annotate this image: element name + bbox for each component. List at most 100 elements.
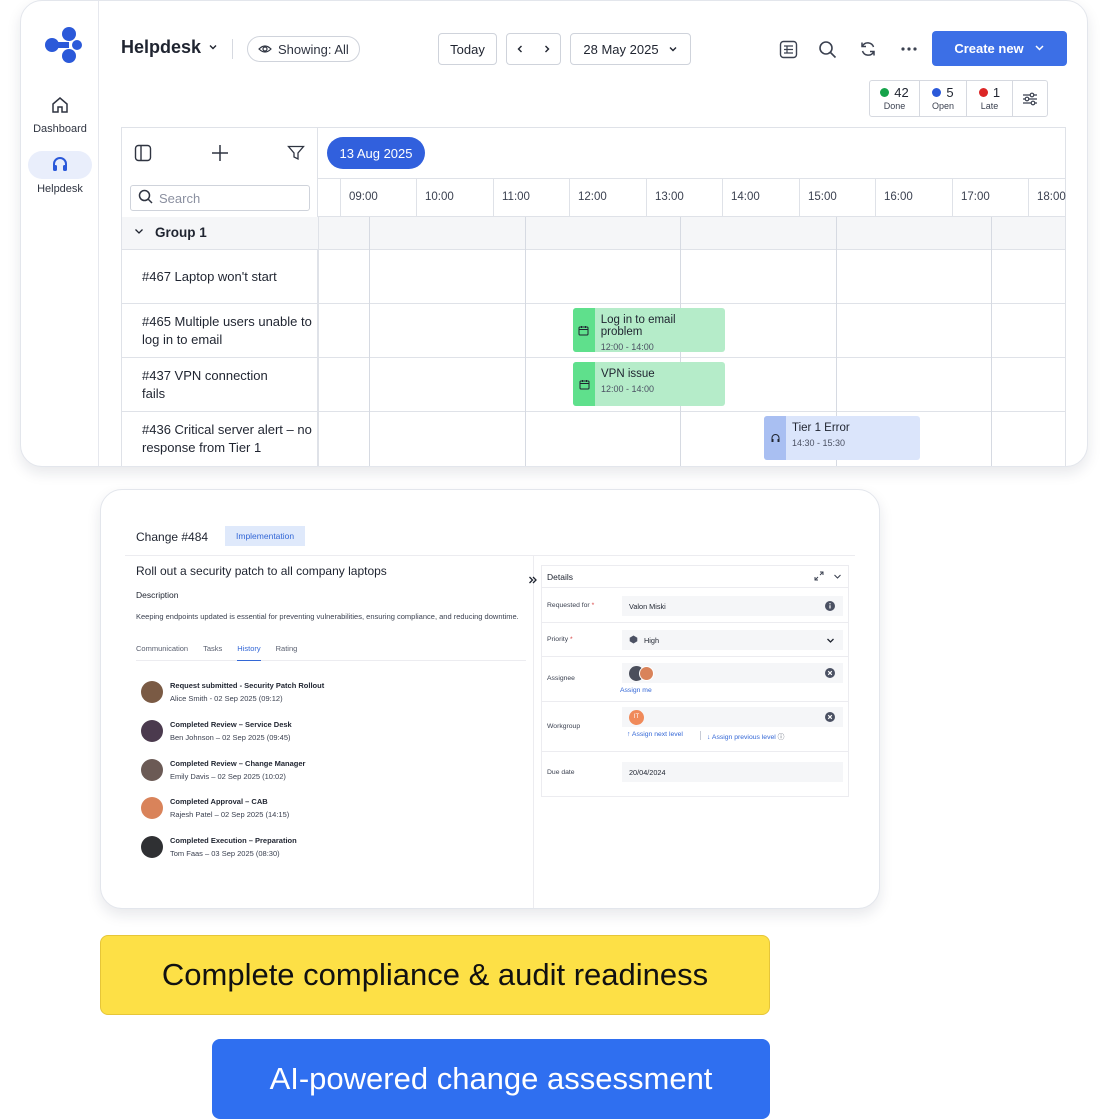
change-window: Change #484 Implementation Roll out a se… — [100, 489, 880, 909]
panel-toggle-icon[interactable] — [134, 144, 152, 167]
panel-divider — [533, 556, 534, 908]
calendar-view-icon[interactable] — [776, 37, 800, 61]
status-badge: Implementation — [225, 526, 306, 546]
sidebar-item-label: Dashboard — [33, 123, 87, 135]
assign-next-level-link[interactable]: ↑ Assign next level — [627, 731, 683, 738]
requested-for-value: Valon Miski — [629, 601, 666, 611]
workgroup-label: Workgroup — [547, 723, 581, 730]
hour-gridline — [525, 217, 526, 466]
clear-icon[interactable] — [825, 712, 835, 724]
hour-label: 18:00 — [1037, 191, 1066, 203]
event-time: 12:00 - 14:00 — [601, 384, 655, 394]
group-row[interactable]: Group 1 — [122, 217, 1065, 250]
search-input[interactable]: Search — [130, 185, 310, 211]
chevron-down-icon — [207, 37, 219, 58]
table-row[interactable]: #436 Critical server alert – no response… — [122, 412, 1065, 466]
done-dot-icon — [880, 88, 890, 97]
hour-label: 15:00 — [808, 191, 837, 203]
tab-communication[interactable]: Communication — [136, 644, 188, 653]
assign-me-link[interactable]: Assign me — [620, 687, 652, 694]
chevron-down-icon[interactable] — [833, 572, 842, 583]
help-icon: ⓘ — [777, 734, 785, 741]
sidebar-item-dashboard[interactable]: Dashboard — [21, 91, 99, 135]
headset-icon — [28, 151, 92, 179]
stat-value: 1 — [992, 85, 1001, 100]
hour-divider — [340, 179, 341, 216]
description-text: Keeping endpoints updated is essential f… — [136, 612, 519, 621]
assign-previous-level-link[interactable]: ↓ Assign previous level ⓘ — [707, 731, 784, 741]
chevron-down-icon — [826, 636, 835, 647]
hour-divider — [722, 179, 723, 216]
field-workgroup: Workgroup IT ↑ Assign next level ↓ Assig… — [542, 702, 848, 752]
more-icon[interactable] — [897, 37, 921, 61]
change-summary: Roll out a security patch to all company… — [136, 564, 387, 578]
home-icon — [28, 91, 92, 119]
details-header: Details — [542, 566, 848, 588]
requested-for-field[interactable]: Valon Miski — [622, 596, 843, 616]
status-summary: 42 Done 5 Open 1 Late — [869, 80, 1048, 117]
date-picker[interactable]: 28 May 2025 — [570, 33, 691, 65]
assignee-field[interactable] — [622, 663, 843, 683]
refresh-icon[interactable] — [856, 37, 880, 61]
stat-late[interactable]: 1 Late — [967, 81, 1013, 116]
ticket-label: #467 Laptop won't start — [142, 269, 277, 284]
due-date-field[interactable]: 20/04/2024 — [622, 762, 843, 782]
event-tier1-error[interactable]: Tier 1 Error 14:30 - 15:30 — [764, 416, 920, 460]
create-new-button[interactable]: Create new — [932, 31, 1067, 66]
stat-done[interactable]: 42 Done — [870, 81, 920, 116]
chevron-left-icon[interactable] — [515, 42, 525, 57]
assign-next-label: Assign next level — [631, 731, 683, 738]
clear-icon[interactable] — [825, 668, 835, 680]
change-body: Roll out a security patch to all company… — [136, 564, 526, 866]
headset-icon — [764, 416, 786, 460]
tab-history[interactable]: History — [237, 644, 261, 661]
today-button[interactable]: Today — [438, 33, 497, 65]
hour-divider — [799, 179, 800, 216]
assignee-label: Assignee — [547, 675, 575, 682]
tab-rating[interactable]: Rating — [276, 644, 298, 653]
current-date-badge[interactable]: 13 Aug 2025 — [327, 137, 425, 169]
description-label: Description — [136, 590, 179, 600]
workspace-selector[interactable]: Helpdesk — [121, 37, 219, 58]
table-row[interactable]: #467 Laptop won't start — [122, 250, 1065, 304]
history-title: Completed Approval – CAB — [170, 797, 268, 807]
hour-divider — [875, 179, 876, 216]
tab-tasks[interactable]: Tasks — [203, 644, 222, 653]
ticket-label: #465 Multiple users unable to log in to … — [142, 314, 312, 347]
history-meta: Rajesh Patel – 02 Sep 2025 (14:15) — [170, 810, 290, 820]
event-vpn-issue[interactable]: VPN issue 12:00 - 14:00 — [573, 362, 725, 406]
filter-showing-button[interactable]: Showing: All — [247, 36, 360, 62]
workgroup-field[interactable]: IT — [622, 707, 843, 727]
ai-assessment-banner: AI-powered change assessment — [212, 1039, 770, 1119]
sidebar-item-label: Helpdesk — [37, 183, 83, 195]
sidebar-item-helpdesk[interactable]: Helpdesk — [21, 151, 99, 195]
chevron-right-icon[interactable] — [542, 42, 552, 57]
priority-select[interactable]: High — [622, 630, 843, 650]
hour-label: 14:00 — [731, 191, 760, 203]
search-icon — [138, 189, 153, 207]
workgroup-avatar: IT — [629, 709, 644, 725]
compliance-banner: Complete compliance & audit readiness — [100, 935, 770, 1015]
search-icon[interactable] — [815, 37, 839, 61]
hour-divider — [569, 179, 570, 216]
history-meta: Tom Faas – 03 Sep 2025 (08:30) — [170, 849, 280, 859]
app-logo-icon[interactable] — [43, 25, 83, 65]
sliders-icon[interactable] — [1013, 81, 1047, 116]
hour-divider — [952, 179, 953, 216]
event-email-problem[interactable]: Log in to email problem 12:00 - 14:00 — [573, 308, 725, 352]
filter-icon[interactable] — [287, 144, 305, 167]
search-placeholder: Search — [159, 190, 201, 206]
stat-open[interactable]: 5 Open — [920, 81, 967, 116]
add-icon[interactable] — [211, 144, 229, 167]
history-list: Request submitted - Security Patch Rollo… — [136, 673, 526, 866]
collapse-panel-icon[interactable] — [528, 572, 538, 590]
assign-prev-label: Assign previous level — [711, 734, 776, 741]
info-icon[interactable] — [825, 601, 835, 613]
history-meta: Ben Johnson – 02 Sep 2025 (09:45) — [170, 733, 291, 743]
group-label: Group 1 — [155, 225, 207, 240]
stat-value: 5 — [946, 85, 954, 100]
avatar — [141, 797, 163, 820]
expand-icon[interactable] — [814, 571, 824, 583]
hour-divider — [416, 179, 417, 216]
list-item: Completed Approval – CAB Rajesh Patel – 0… — [141, 789, 526, 828]
